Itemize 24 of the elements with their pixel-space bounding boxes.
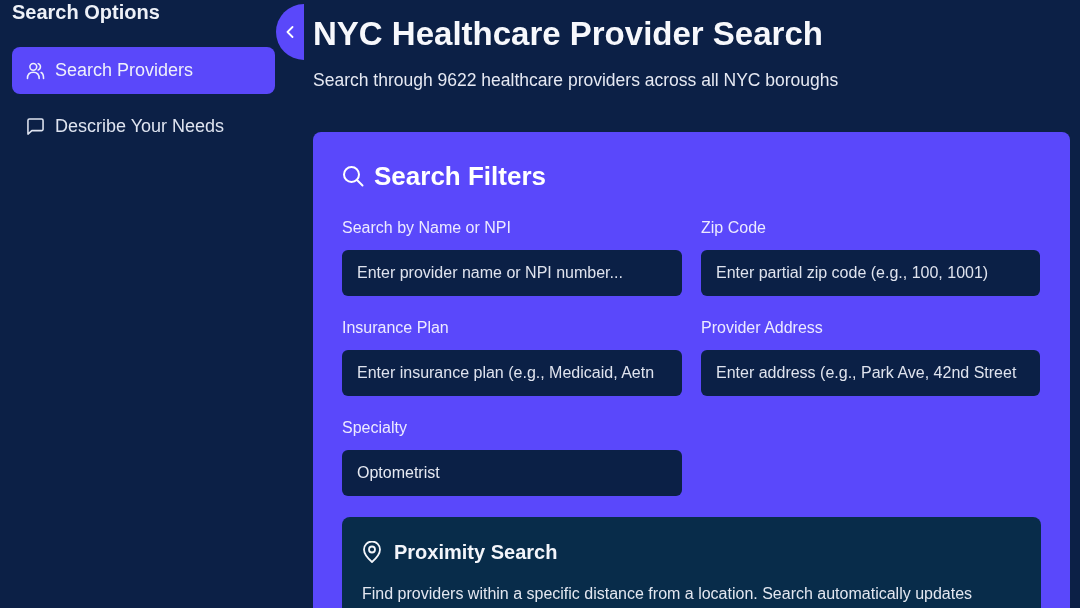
field-label: Provider Address <box>701 318 824 338</box>
chevron-left-icon <box>286 26 294 38</box>
field-label: Search by Name or NPI <box>342 218 512 238</box>
map-pin-icon <box>362 541 382 563</box>
users-icon <box>26 61 45 80</box>
input-field[interactable]: Enter address (e.g., Park Ave, 42nd Street <box>701 350 1040 396</box>
proximity-description: Find providers within a specific distance from a location. Search automatically updates <box>362 584 974 604</box>
search-icon <box>342 165 364 187</box>
input-field[interactable]: Optometrist <box>342 450 682 496</box>
proximity-title: Proximity Search <box>394 540 558 565</box>
field-label: Insurance Plan <box>342 318 450 338</box>
sidebar-title: Search Options <box>12 0 161 24</box>
sidebar-item[interactable]: Search Providers <box>12 47 275 94</box>
input-field[interactable]: Enter insurance plan (e.g., Medicaid, Aetn <box>342 350 682 396</box>
input-field[interactable]: Enter partial zip code (e.g., 100, 1001) <box>701 250 1040 296</box>
page-title: NYC Healthcare Provider Search <box>313 14 824 54</box>
panel-title: Search Filters <box>374 160 546 192</box>
collapse-sidebar-button[interactable] <box>276 4 304 60</box>
sidebar-item[interactable]: Describe Your Needs <box>12 103 275 150</box>
speech-bubble-icon <box>26 117 45 136</box>
field-label: Zip Code <box>701 218 767 238</box>
field-label: Specialty <box>342 418 408 438</box>
input-field[interactable]: Enter provider name or NPI number... <box>342 250 682 296</box>
page-subtitle: Search through 9622 healthcare providers across all NYC boroughs <box>313 69 840 92</box>
